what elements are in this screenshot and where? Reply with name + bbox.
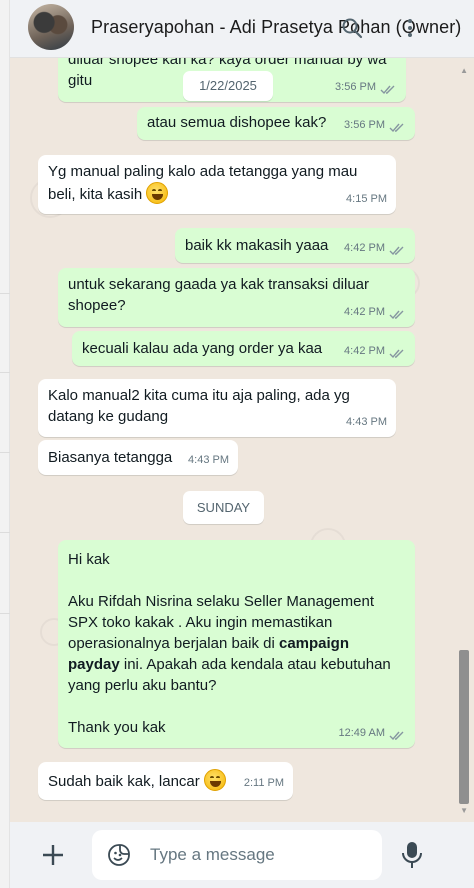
read-ticks-icon — [389, 243, 406, 256]
message-text: Yg manual paling kalo ada tetangga yang … — [48, 161, 392, 205]
avatar[interactable] — [28, 4, 74, 50]
left-panel-edge — [0, 0, 10, 888]
message-text: atau semua dishopee kak? — [147, 114, 327, 131]
message-text-content: Yg manual paling kalo ada tetangga yang … — [48, 163, 358, 203]
message-text: Biasanya tetangga — [48, 449, 173, 466]
date-separator: 1/22/2025 — [183, 71, 273, 101]
message-text: Sudah baik kak, lancar — [48, 769, 226, 792]
message-composer — [10, 822, 474, 888]
menu-icon[interactable] — [398, 16, 422, 40]
message-time: 3:56 PM — [344, 119, 385, 131]
message-meta: 4:42 PM — [344, 341, 406, 362]
scrollbar[interactable]: ▲ ▼ — [459, 58, 472, 822]
read-ticks-icon — [389, 346, 406, 359]
message-text-content: Sudah baik kak, lancar — [48, 773, 200, 790]
message-time: 3:56 PM — [335, 81, 376, 93]
message-text: Kalo manual2 kita cuma itu aja paling, a… — [48, 387, 350, 425]
message-meta: 4:42 PM — [344, 302, 406, 323]
scrollbar-thumb[interactable] — [459, 650, 469, 804]
message-outgoing[interactable]: atau semua dishopee kak? 3:56 PM — [137, 107, 415, 140]
read-ticks-icon — [389, 728, 406, 741]
message-meta: 4:43 PM — [188, 450, 229, 471]
message-outgoing[interactable]: Hi kak Aku Rifdah Nisrina selaku Seller … — [58, 540, 415, 748]
message-input[interactable] — [150, 842, 370, 868]
message-closing: Thank you kak — [68, 719, 166, 736]
message-time: 12:49 AM — [338, 727, 385, 739]
message-incoming[interactable]: Biasanya tetangga 4:43 PM — [38, 440, 238, 475]
message-meta: 4:15 PM — [346, 189, 387, 210]
message-time: 4:42 PM — [344, 345, 385, 357]
message-greeting: Hi kak — [68, 551, 110, 568]
message-meta: 3:56 PM — [335, 77, 397, 98]
grinning-face-emoji-icon — [146, 182, 169, 204]
message-meta: 4:42 PM — [344, 238, 406, 259]
read-ticks-icon — [380, 82, 397, 95]
search-icon[interactable] — [340, 16, 364, 40]
message-time: 4:42 PM — [344, 242, 385, 254]
message-incoming[interactable]: Yg manual paling kalo ada tetangga yang … — [38, 155, 396, 214]
message-input-container[interactable] — [92, 830, 382, 880]
message-meta: 12:49 AM — [339, 723, 406, 744]
message-incoming[interactable]: Sudah baik kak, lancar 2:11 PM — [38, 762, 293, 800]
message-meta: 4:43 PM — [346, 412, 387, 433]
message-text: baik kk makasih yaaa — [185, 237, 329, 254]
grinning-face-emoji-icon — [203, 769, 226, 791]
message-meta: 2:11 PM — [244, 773, 284, 794]
message-time: 4:43 PM — [188, 454, 229, 466]
date-separator: SUNDAY — [183, 491, 264, 524]
message-text: Hi kak Aku Rifdah Nisrina selaku Seller … — [68, 549, 412, 738]
message-text: kecuali kalau ada yang order ya kaa — [82, 340, 323, 357]
message-outgoing[interactable]: kecuali kalau ada yang order ya kaa 4:42… — [72, 331, 415, 366]
message-outgoing[interactable]: untuk sekarang gaada ya kak transaksi di… — [58, 268, 415, 327]
chat-messages[interactable]: diluar shopee kan ka? kaya order manual … — [10, 58, 474, 822]
plus-icon[interactable] — [40, 842, 66, 868]
sticker-icon[interactable] — [107, 843, 131, 867]
message-incoming[interactable]: Kalo manual2 kita cuma itu aja paling, a… — [38, 379, 396, 437]
microphone-icon[interactable] — [401, 840, 423, 870]
message-time: 4:42 PM — [344, 306, 385, 318]
message-meta: 3:56 PM — [344, 115, 406, 136]
message-outgoing[interactable]: baik kk makasih yaaa 4:42 PM — [175, 228, 415, 263]
scroll-down-icon[interactable]: ▼ — [460, 806, 468, 815]
read-ticks-icon — [389, 307, 406, 320]
scroll-up-icon[interactable]: ▲ — [460, 66, 468, 75]
message-time: 4:15 PM — [346, 193, 387, 205]
chat-header: Praseryapohan - Adi Prasetya Pohan (Owne… — [10, 0, 474, 58]
message-time: 2:11 PM — [243, 777, 284, 789]
message-time: 4:43 PM — [346, 416, 387, 428]
read-ticks-icon — [389, 120, 406, 133]
